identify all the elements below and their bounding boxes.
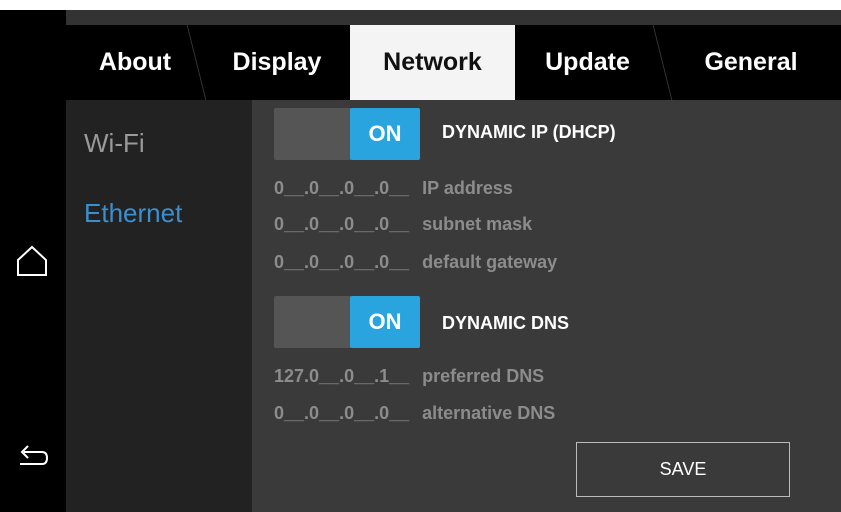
default-gateway-label: default gateway xyxy=(422,252,558,272)
ip-address-field[interactable]: 0__.0__.0__.0__ xyxy=(274,178,409,198)
dhcp-toggle[interactable]: ON xyxy=(274,108,420,160)
ethernet-settings: ON DYNAMIC IP (DHCP) 0__.0__.0__.0__ IP … xyxy=(252,100,841,512)
dns-label: DYNAMIC DNS xyxy=(442,313,570,333)
settings-screen: About Display Network Update General Wi-… xyxy=(66,10,841,512)
dhcp-toggle-knob: ON xyxy=(350,108,420,160)
device-frame: About Display Network Update General Wi-… xyxy=(0,0,841,512)
sidebar-item-ethernet[interactable]: Ethernet xyxy=(84,198,182,229)
default-gateway-row: 0__.0__.0__.0__ default gateway xyxy=(274,252,557,273)
tab-network[interactable]: Network xyxy=(350,25,515,100)
alternative-dns-label: alternative DNS xyxy=(422,403,556,423)
alternative-dns-row: 0__.0__.0__.0__ alternative DNS xyxy=(274,403,555,424)
subnet-mask-field[interactable]: 0__.0__.0__.0__ xyxy=(274,214,409,234)
save-button[interactable]: SAVE xyxy=(576,442,790,497)
tab-bar: About Display Network Update General xyxy=(66,25,841,100)
tab-display[interactable]: Display xyxy=(204,25,350,100)
tab-label: About xyxy=(98,48,172,76)
tab-update[interactable]: Update xyxy=(515,25,660,100)
preferred-dns-row: 127.0__.0__.1__ preferred DNS xyxy=(274,366,544,387)
subnet-mask-row: 0__.0__.0__.0__ subnet mask xyxy=(274,214,532,235)
dns-toggle-knob: ON xyxy=(350,296,420,348)
preferred-dns-label: preferred DNS xyxy=(422,366,545,386)
tab-label: Display xyxy=(232,48,322,76)
tab-label: Network xyxy=(383,48,482,76)
tab-label: Update xyxy=(545,48,630,76)
network-sidebar: Wi-Fi Ethernet xyxy=(66,100,252,512)
tab-label: General xyxy=(704,48,798,76)
tab-general[interactable]: General xyxy=(666,25,836,100)
preferred-dns-field[interactable]: 127.0__.0__.1__ xyxy=(274,366,409,386)
subnet-mask-label: subnet mask xyxy=(422,214,533,234)
dhcp-label: DYNAMIC IP (DHCP) xyxy=(442,122,616,142)
tab-about[interactable]: About xyxy=(66,25,204,100)
back-icon[interactable] xyxy=(14,440,50,476)
sidebar-item-wifi[interactable]: Wi-Fi xyxy=(84,128,145,159)
home-icon[interactable] xyxy=(14,242,50,278)
ip-address-row: 0__.0__.0__.0__ IP address xyxy=(274,178,513,199)
default-gateway-field[interactable]: 0__.0__.0__.0__ xyxy=(274,252,409,272)
system-nav-bar xyxy=(0,10,66,512)
ip-address-label: IP address xyxy=(422,178,513,198)
alternative-dns-field[interactable]: 0__.0__.0__.0__ xyxy=(274,403,409,423)
dns-toggle[interactable]: ON xyxy=(274,296,420,348)
